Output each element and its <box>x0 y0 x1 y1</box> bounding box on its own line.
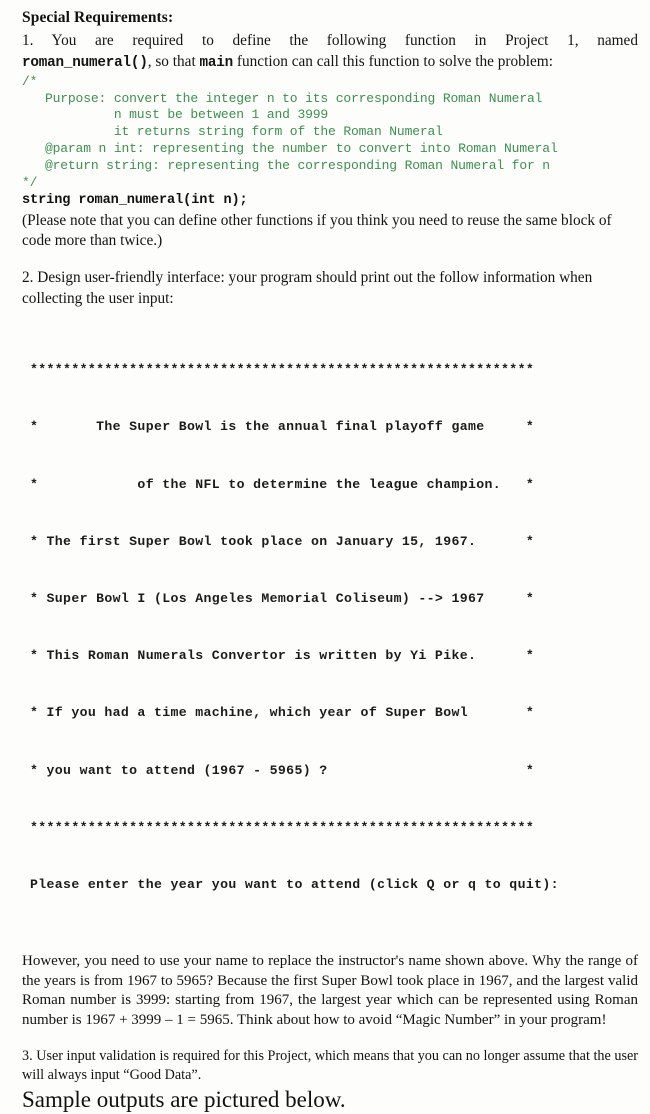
requirement-3-text: 3. User input validation is required for… <box>22 1048 638 1083</box>
console-line: * Super Bowl I (Los Angeles Memorial Col… <box>30 591 535 606</box>
requirement-2-text: 2. Design user-friendly interface: your … <box>22 269 593 307</box>
requirement-2-explanation: However, you need to use your name to re… <box>22 953 638 1028</box>
requirement-1-text-mid: , so that <box>147 52 200 70</box>
page-title: Special Requirements: <box>22 9 174 26</box>
console-output-block: ****************************************… <box>30 322 638 933</box>
console-line: * of the NFL to determine the league cha… <box>30 476 535 492</box>
console-line: ****************************************… <box>30 819 535 835</box>
requirement-1-text-after: function can call this function to solve… <box>233 52 553 70</box>
function-name-inline-code: roman_numeral() <box>22 54 148 71</box>
document-body: Special Requirements: 1. You are require… <box>0 0 650 1114</box>
console-line: * This Roman Numerals Convertor is writt… <box>30 648 535 664</box>
console-prompt-line: Please enter the year you want to attend… <box>30 877 559 893</box>
console-line: ****************************************… <box>30 362 535 378</box>
console-line: * The Super Bowl is the annual final pla… <box>30 419 535 435</box>
code-comment-block: /* Purpose: convert the integer n to its… <box>22 73 558 190</box>
closing-line: Sample outputs are pictured below. <box>22 1087 346 1113</box>
requirement-1-text-before: 1. You are required to define the follow… <box>22 32 638 50</box>
main-function-inline-code: main <box>199 54 234 71</box>
document-page: Special Requirements: 1. You are require… <box>0 0 650 1112</box>
spacer-after-note <box>22 251 638 268</box>
console-line: * you want to attend (1967 - 5965) ? * <box>30 762 535 778</box>
console-line: * The first Super Bowl took place on Jan… <box>30 533 535 549</box>
requirement-1-note: (Please note that you can define other f… <box>22 211 612 249</box>
spacer-before-requirement-3 <box>22 1030 638 1047</box>
spacer-before-console <box>22 309 638 322</box>
spacer-after-console <box>22 932 638 952</box>
function-prototype-code: string roman_numeral(int n); <box>22 192 248 208</box>
console-line: * If you had a time machine, which year … <box>30 705 535 721</box>
requirement-1-intro: 1. You are required to define the follow… <box>22 31 638 51</box>
requirement-1-signature-line: roman_numeral(), so that main function c… <box>22 52 638 73</box>
